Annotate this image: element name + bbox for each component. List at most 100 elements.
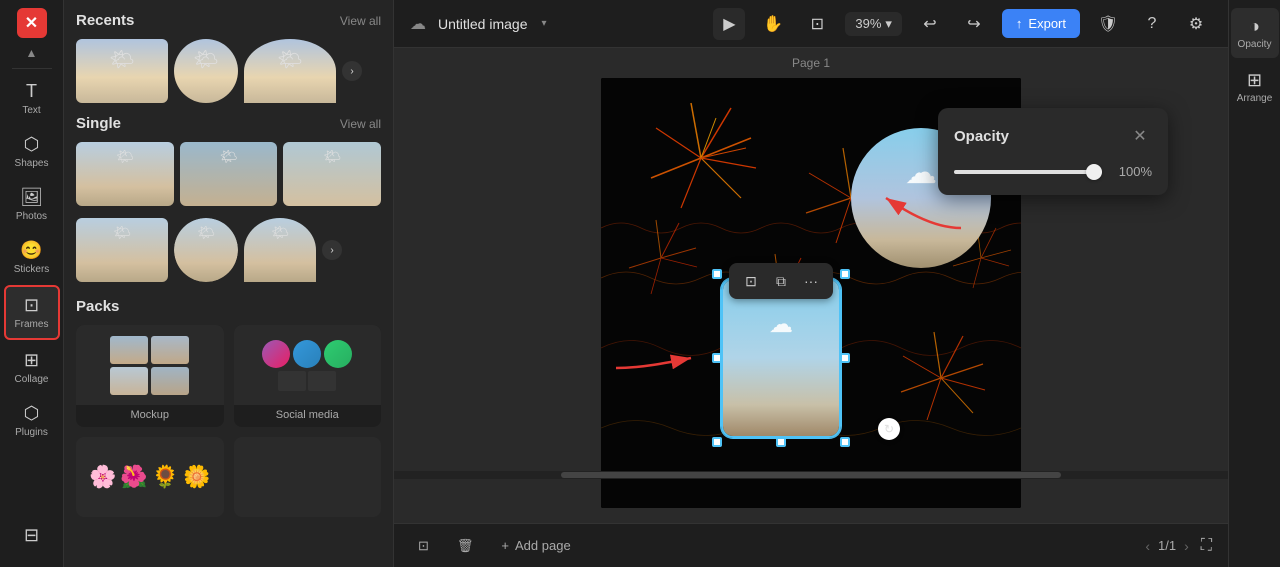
- redo-btn[interactable]: ↪: [958, 8, 990, 40]
- pack-social-label: Social media: [234, 405, 382, 427]
- frames-icon: ⊡: [24, 295, 39, 316]
- sticker-emoji-1: 🌸: [89, 464, 116, 490]
- recents-title: Recents: [76, 12, 134, 29]
- select-tool-btn[interactable]: ▶: [713, 8, 745, 40]
- page-label: Page 1: [792, 56, 830, 70]
- text-label: Text: [22, 105, 40, 116]
- sidebar-collapse[interactable]: ▲: [26, 46, 38, 60]
- export-btn[interactable]: ↑ Export: [1002, 9, 1080, 38]
- top-toolbar: ☁ Untitled image ▾ ▶ ✋ ⊡ 39% ▾ ↩ ↪ ↑ Exp…: [394, 0, 1228, 48]
- sticker-emoji-4: 🌼: [183, 464, 210, 490]
- shapes-label: Shapes: [15, 158, 49, 169]
- plugins-label: Plugins: [15, 427, 48, 438]
- recent-thumb-3[interactable]: [244, 39, 336, 103]
- collage-icon: ⊞: [24, 350, 39, 371]
- sticker-preview-2: [234, 437, 382, 517]
- tool-stickers[interactable]: 😊 Stickers: [4, 232, 60, 283]
- red-arrow-2: [611, 338, 701, 388]
- pack-mini-6: [309, 448, 347, 476]
- undo-btn[interactable]: ↩: [914, 8, 946, 40]
- single-view-all[interactable]: View all: [340, 117, 381, 131]
- single-thumb-5[interactable]: [174, 218, 238, 282]
- arrange-label: Arrange: [1237, 93, 1273, 104]
- shield-btn[interactable]: 🛡: [1092, 8, 1124, 40]
- canvas-scrollbar[interactable]: [394, 471, 1228, 479]
- panel-arrange[interactable]: ⊞ Arrange: [1231, 62, 1279, 112]
- sticker-packs: 🌸 🌺 🌻 🌼: [76, 437, 381, 517]
- page-indicator: 1/1: [1158, 538, 1176, 553]
- add-page-btn[interactable]: + Add page: [493, 534, 578, 557]
- sticker-preview-1: 🌸 🌺 🌻 🌼: [76, 437, 224, 517]
- help-btn[interactable]: ?: [1136, 8, 1168, 40]
- pack-sticker-1[interactable]: 🌸 🌺 🌻 🌼: [76, 437, 224, 517]
- ctx-btn-1[interactable]: ⊡: [737, 267, 765, 295]
- doc-title[interactable]: Untitled image: [438, 16, 528, 32]
- tool-plugins[interactable]: ⬡ Plugins: [4, 395, 60, 446]
- tool-frames[interactable]: ⊡ Frames: [4, 285, 60, 340]
- pack-mini-4: [151, 367, 189, 395]
- rotate-handle[interactable]: ↻: [878, 418, 900, 440]
- tool-photos[interactable]: 🖼 Photos: [4, 179, 60, 230]
- single-header: Single View all: [76, 115, 381, 132]
- pack-mini-7: [268, 479, 306, 507]
- app-logo[interactable]: ✕: [17, 8, 47, 38]
- page-next-btn[interactable]: ›: [1184, 538, 1189, 554]
- opacity-close-btn[interactable]: ✕: [1128, 124, 1152, 148]
- pack-social[interactable]: Social media: [234, 325, 382, 427]
- phone-frame-element[interactable]: [721, 278, 841, 438]
- ctx-btn-2[interactable]: ⧉: [767, 267, 795, 295]
- canvas-area[interactable]: Page 1: [394, 48, 1228, 523]
- ctx-btn-more[interactable]: ···: [797, 267, 825, 295]
- packs-title: Packs: [76, 298, 119, 315]
- opacity-popup: Opacity ✕ 100%: [938, 108, 1168, 195]
- pack-sticker-2[interactable]: [234, 437, 382, 517]
- scrollbar-thumb[interactable]: [561, 472, 1061, 478]
- single-next[interactable]: ›: [322, 240, 342, 260]
- stickers-label: Stickers: [14, 264, 50, 275]
- tool-collage[interactable]: ⊞ Collage: [4, 342, 60, 393]
- tool-shapes[interactable]: ⬡ Shapes: [4, 126, 60, 177]
- opacity-slider[interactable]: [954, 170, 1102, 174]
- opacity-title: Opacity: [954, 128, 1009, 145]
- context-toolbar[interactable]: ⊡ ⧉ ···: [729, 263, 833, 299]
- opacity-label: Opacity: [1238, 39, 1272, 50]
- recents-next[interactable]: ›: [342, 61, 362, 81]
- fullscreen-btn[interactable]: ⛶: [1201, 537, 1212, 555]
- export-icon: ↑: [1016, 16, 1023, 31]
- tool-text[interactable]: T Text: [4, 73, 60, 124]
- page-prev-btn[interactable]: ‹: [1145, 538, 1150, 554]
- opacity-value: 100%: [1112, 164, 1152, 179]
- single-thumb-1[interactable]: [76, 142, 174, 206]
- recent-thumb-2[interactable]: [174, 39, 238, 103]
- social-icon-3: [324, 340, 352, 368]
- pack-mini-5: [268, 448, 306, 476]
- bottom-toolbar: ⊡ 🗑 + Add page ‹ 1/1 › ⛶: [394, 523, 1228, 567]
- single-thumb-2[interactable]: [180, 142, 278, 206]
- tool-extra[interactable]: ⊟: [4, 517, 60, 557]
- page-nav: ‹ 1/1 ›: [1145, 538, 1188, 554]
- delete-btn[interactable]: 🗑: [449, 534, 482, 558]
- social-frame-1: [278, 371, 306, 391]
- single-thumb-3[interactable]: [283, 142, 381, 206]
- single-thumb-4[interactable]: [76, 218, 168, 282]
- recent-thumb-1[interactable]: [76, 39, 168, 103]
- panel-opacity[interactable]: ◑ Opacity: [1231, 8, 1279, 58]
- photos-label: Photos: [16, 211, 47, 222]
- sticker-emoji-2: 🌺: [120, 464, 147, 490]
- settings-btn[interactable]: ⚙: [1180, 8, 1212, 40]
- single-thumb-6[interactable]: [244, 218, 316, 282]
- collage-label: Collage: [15, 374, 49, 385]
- zoom-control[interactable]: 39% ▾: [845, 12, 902, 36]
- tools-sidebar: ✕ ▲ T Text ⬡ Shapes 🖼 Photos 😊 Stickers …: [0, 0, 64, 567]
- stickers-icon: 😊: [20, 240, 42, 261]
- phone-frame-content: [723, 280, 839, 436]
- frames-btn[interactable]: ⊡: [410, 534, 437, 558]
- packs-header: Packs: [76, 298, 381, 315]
- sticker-emoji-3: 🌻: [152, 464, 179, 490]
- frame-tool-btn[interactable]: ⊡: [801, 8, 833, 40]
- packs-section: Packs Mockup: [76, 298, 381, 517]
- recents-view-all[interactable]: View all: [340, 14, 381, 28]
- pack-mockup[interactable]: Mockup: [76, 325, 224, 427]
- single-row-2: ›: [76, 218, 381, 282]
- hand-tool-btn[interactable]: ✋: [757, 8, 789, 40]
